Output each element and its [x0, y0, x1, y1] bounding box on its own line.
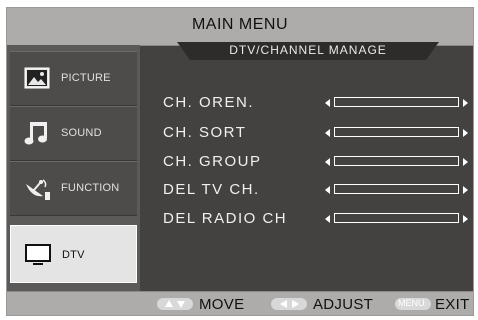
left-arrow-icon[interactable]: [325, 99, 330, 107]
setting-label: DEL TV CH.: [163, 181, 260, 198]
right-arrow-icon[interactable]: [463, 186, 468, 194]
sidebar-item-picture[interactable]: PICTURE: [10, 51, 137, 106]
title-bar: MAIN MENU: [7, 8, 473, 46]
setting-label: CH. GROUP: [163, 153, 262, 170]
up-down-key-icon: [157, 298, 193, 310]
right-arrow-icon[interactable]: [463, 158, 468, 166]
right-arrow-icon[interactable]: [463, 215, 468, 223]
footer-hint-bar: MOVE ADJUST MENU EXIT: [7, 291, 473, 315]
setting-row-del-tv-ch[interactable]: DEL TV CH.: [163, 181, 471, 201]
left-right-key-icon: [271, 298, 307, 310]
left-arrow-icon[interactable]: [325, 215, 330, 223]
adjust-hint: ADJUST: [313, 296, 374, 313]
left-arrow-icon[interactable]: [325, 158, 330, 166]
sidebar-item-dtv[interactable]: DTV: [10, 225, 137, 283]
submenu-title: DTV/CHANNEL MANAGE: [229, 43, 387, 57]
left-arrow-icon[interactable]: [325, 129, 330, 137]
sidebar-item-label: PICTURE: [61, 72, 111, 84]
menu-key-label: MENU: [398, 298, 425, 308]
satellite-dish-icon: [26, 179, 50, 200]
right-arrow-icon[interactable]: [463, 99, 468, 107]
setting-row-ch-group[interactable]: CH. GROUP: [163, 153, 471, 173]
exit-hint: EXIT: [435, 296, 470, 313]
setting-row-del-radio-ch[interactable]: DEL RADIO CH: [163, 210, 471, 230]
setting-row-ch-sort[interactable]: CH. SORT: [163, 124, 471, 144]
move-hint: MOVE: [199, 296, 245, 313]
value-bar[interactable]: [334, 156, 459, 166]
sidebar-item-label: SOUND: [61, 127, 102, 139]
value-bar[interactable]: [334, 97, 459, 107]
value-bar[interactable]: [334, 213, 459, 223]
sidebar-item-label: DTV: [62, 249, 85, 261]
settings-panel: CH. OREN. CH. SORT CH. GROUP DEL TV CH. …: [140, 60, 473, 291]
sidebar-item-sound[interactable]: SOUND: [10, 106, 137, 161]
sidebar-item-function[interactable]: FUNCTION: [10, 161, 137, 216]
value-bar[interactable]: [334, 127, 459, 137]
sidebar-item-label: FUNCTION: [61, 182, 120, 194]
left-arrow-icon[interactable]: [325, 186, 330, 194]
sidebar: PICTURE SOUND FUNCTION DTV: [7, 45, 140, 291]
menu-key-icon: MENU: [395, 298, 431, 310]
setting-row-ch-oren[interactable]: CH. OREN.: [163, 94, 471, 114]
setting-label: DEL RADIO CH: [163, 210, 288, 227]
tv-icon: [25, 244, 51, 265]
picture-icon: [24, 67, 50, 89]
page-title: MAIN MENU: [191, 16, 289, 33]
right-arrow-icon[interactable]: [463, 129, 468, 137]
music-note-icon: [24, 122, 47, 145]
osd-window: MAIN MENU DTV/CHANNEL MANAGE PICTURE SOU…: [6, 7, 474, 316]
value-bar[interactable]: [334, 184, 459, 194]
setting-label: CH. OREN.: [163, 94, 255, 111]
setting-label: CH. SORT: [163, 124, 247, 141]
